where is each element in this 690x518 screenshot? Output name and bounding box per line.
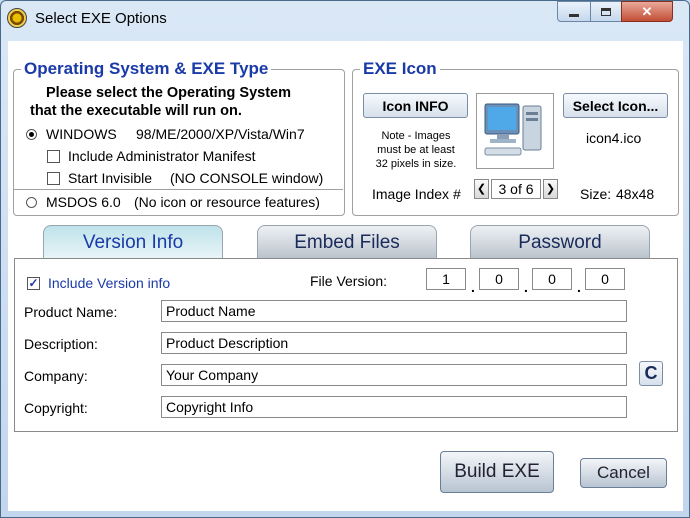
tab-password[interactable]: Password — [470, 225, 650, 259]
tab-embed-files[interactable]: Embed Files — [257, 225, 437, 259]
icon-note-line1: Note - Images — [381, 130, 451, 142]
tab-version-info[interactable]: Version Info — [43, 225, 223, 259]
icon-size-value: 48x48 — [616, 186, 655, 202]
msdos-label: MSDOS 6.0 — [46, 194, 121, 210]
chevron-right-icon: ❯ — [545, 183, 556, 195]
admin-manifest-checkbox[interactable] — [47, 150, 60, 163]
icon-filename: icon4.ico — [586, 130, 642, 146]
minimize-icon — [569, 14, 579, 17]
start-invisible-note: (NO CONSOLE window) — [170, 170, 324, 186]
os-instruction-line2: that the executable will run on. — [30, 103, 242, 119]
maximize-icon — [601, 7, 611, 16]
file-version-minor-input[interactable]: 0 — [479, 268, 519, 290]
icon-info-button[interactable]: Icon INFO — [363, 93, 468, 118]
product-name-input[interactable]: Product Name — [161, 300, 627, 322]
copyright-symbol-button[interactable]: C — [639, 361, 663, 386]
admin-manifest-label: Include Administrator Manifest — [68, 148, 256, 164]
cancel-button[interactable]: Cancel — [580, 458, 667, 488]
version-separator: . — [471, 279, 475, 295]
start-invisible-label: Start Invisible — [68, 170, 153, 186]
windows-radio[interactable] — [26, 129, 37, 140]
icon-note-line2: must be at least — [377, 144, 455, 156]
close-button[interactable]: ✕ — [621, 1, 673, 22]
windows-versions-label: 98/ME/2000/XP/Vista/Win7 — [136, 126, 305, 142]
tab-embed-files-label: Embed Files — [294, 231, 400, 253]
icon-preview — [476, 93, 554, 169]
image-index-next-button[interactable]: ❯ — [543, 179, 558, 199]
msdos-radio[interactable] — [26, 197, 37, 208]
tab-version-info-label: Version Info — [82, 231, 184, 253]
maximize-button[interactable] — [590, 1, 622, 22]
tab-password-label: Password — [518, 231, 602, 253]
include-version-checkbox[interactable]: ✓ — [27, 277, 40, 290]
file-version-build-input[interactable]: 0 — [532, 268, 572, 290]
chevron-left-icon: ❮ — [476, 183, 487, 195]
os-instruction-line1: Please select the Operating System — [46, 85, 291, 101]
minimize-button[interactable] — [557, 1, 591, 22]
os-group-legend: Operating System & EXE Type — [24, 59, 269, 78]
include-version-label: Include Version info — [48, 275, 171, 291]
app-icon — [7, 8, 27, 28]
image-index-value: 3 of 6 — [491, 179, 541, 199]
product-name-label: Product Name: — [24, 304, 118, 320]
image-index-label: Image Index # — [372, 186, 461, 202]
close-icon: ✕ — [641, 3, 653, 19]
dialog-client-area: Operating System & EXE Type Please selec… — [8, 41, 683, 511]
file-version-major-input[interactable]: 1 — [426, 268, 466, 290]
select-icon-button[interactable]: Select Icon... — [563, 93, 668, 118]
description-input[interactable]: Product Description — [161, 332, 627, 354]
version-separator: . — [577, 279, 581, 295]
file-version-label: File Version: — [310, 273, 388, 289]
msdos-note: (No icon or resource features) — [134, 194, 320, 210]
build-exe-button[interactable]: Build EXE — [440, 451, 554, 493]
window-title: Select EXE Options — [35, 10, 167, 27]
select-exe-options-window: Select EXE Options ✕ Operating System & … — [0, 0, 690, 518]
computer-icon — [484, 103, 542, 156]
copyright-input[interactable]: Copyright Info — [161, 396, 627, 418]
exe-icon-group-legend: EXE Icon — [363, 59, 437, 78]
description-label: Description: — [24, 336, 98, 352]
windows-label: WINDOWS — [46, 126, 117, 142]
company-label: Company: — [24, 368, 88, 384]
copyright-label: Copyright: — [24, 400, 88, 416]
version-separator: . — [524, 279, 528, 295]
image-index-prev-button[interactable]: ❮ — [474, 179, 489, 199]
title-bar[interactable]: Select EXE Options ✕ — [1, 1, 689, 35]
file-version-revision-input[interactable]: 0 — [585, 268, 625, 290]
os-group-divider — [13, 189, 343, 190]
company-input[interactable]: Your Company — [161, 364, 627, 386]
icon-note-line3: 32 pixels in size. — [375, 158, 457, 170]
start-invisible-checkbox[interactable] — [47, 172, 60, 185]
icon-size-label: Size: — [580, 186, 612, 202]
